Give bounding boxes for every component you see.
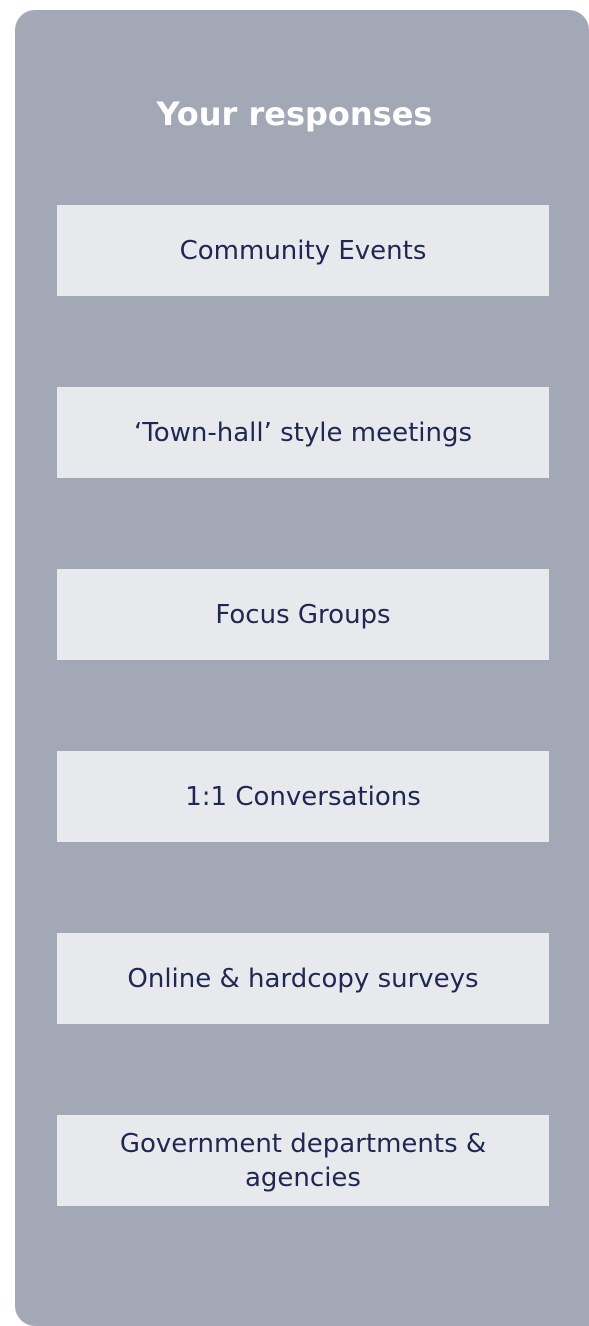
response-item-one-to-one-conversations[interactable]: 1:1 Conversations: [57, 751, 549, 842]
response-item-label: Focus Groups: [215, 599, 391, 630]
response-item-government-departments[interactable]: Government departments & agencies: [57, 1115, 549, 1206]
response-item-surveys[interactable]: Online & hardcopy surveys: [57, 933, 549, 1024]
panel-title: Your responses: [156, 95, 433, 133]
response-item-label: 1:1 Conversations: [185, 781, 421, 812]
response-item-label: Government departments & agencies: [119, 1128, 487, 1193]
response-item-town-hall-meetings[interactable]: ‘Town-hall’ style meetings: [57, 387, 549, 478]
response-item-label: ‘Town-hall’ style meetings: [133, 417, 473, 448]
response-item-label: Community Events: [179, 235, 427, 266]
response-item-focus-groups[interactable]: Focus Groups: [57, 569, 549, 660]
response-item-label: Online & hardcopy surveys: [127, 963, 479, 994]
response-item-community-events[interactable]: Community Events: [57, 205, 549, 296]
responses-panel: Your responses Community Events ‘Town-ha…: [15, 10, 589, 1326]
